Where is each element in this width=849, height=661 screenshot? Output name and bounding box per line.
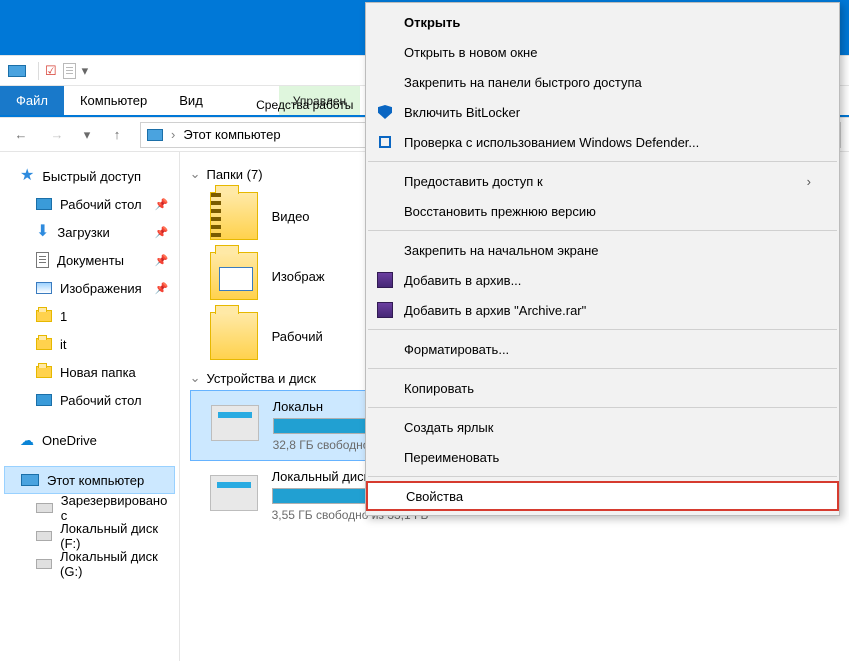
qat-checkbox[interactable]: ☑ bbox=[45, 63, 57, 79]
menu-restore-previous[interactable]: Восстановить прежнюю версию bbox=[366, 196, 839, 226]
sidebar-documents[interactable]: Документы 📌 bbox=[0, 246, 179, 274]
doc-icon bbox=[36, 252, 49, 268]
menu-rename[interactable]: Переименовать bbox=[366, 442, 839, 472]
desktop-icon bbox=[36, 394, 52, 406]
tab-view[interactable]: Вид bbox=[163, 86, 219, 115]
drive-icon bbox=[36, 503, 53, 513]
download-icon: ⬇ bbox=[36, 224, 49, 240]
chevron-right-icon[interactable]: › bbox=[171, 127, 175, 142]
pin-icon: 📌 bbox=[155, 198, 169, 211]
nav-recent-dropdown[interactable]: ▾ bbox=[80, 122, 94, 148]
menu-defender[interactable]: Проверка с использованием Windows Defend… bbox=[366, 127, 839, 157]
star-icon: ★ bbox=[20, 168, 34, 184]
pc-icon bbox=[8, 65, 26, 77]
sidebar-reserved[interactable]: Зарезервировано с bbox=[0, 494, 179, 522]
pc-icon bbox=[147, 129, 163, 141]
drive-icon bbox=[36, 531, 52, 541]
menu-separator bbox=[368, 329, 837, 330]
folder-icon bbox=[210, 312, 258, 360]
breadcrumb-location[interactable]: Этот компьютер bbox=[183, 127, 280, 142]
winrar-icon bbox=[377, 302, 393, 318]
menu-pin-start[interactable]: Закрепить на начальном экране bbox=[366, 235, 839, 265]
chevron-right-icon: › bbox=[807, 174, 811, 189]
drive-icon bbox=[211, 405, 259, 441]
context-menu: Открыть Открыть в новом окне Закрепить н… bbox=[365, 2, 840, 516]
shield-icon bbox=[378, 105, 392, 119]
winrar-icon bbox=[377, 272, 393, 288]
nav-up-button[interactable]: ↑ bbox=[104, 122, 130, 148]
menu-give-access[interactable]: Предоставить доступ к › bbox=[366, 166, 839, 196]
sidebar-desktop-2[interactable]: Рабочий стол bbox=[0, 386, 179, 414]
sidebar-drive-f[interactable]: Локальный диск (F:) bbox=[0, 522, 179, 550]
drive-icon bbox=[36, 559, 52, 569]
menu-add-archive-named[interactable]: Добавить в архив "Archive.rar" bbox=[366, 295, 839, 325]
menu-open[interactable]: Открыть bbox=[366, 7, 839, 37]
tab-file[interactable]: Файл bbox=[0, 86, 64, 115]
menu-add-archive[interactable]: Добавить в архив... bbox=[366, 265, 839, 295]
nav-forward-button[interactable]: → bbox=[44, 122, 70, 148]
sidebar-folder-it[interactable]: it bbox=[0, 330, 179, 358]
nav-back-button[interactable]: ← bbox=[8, 122, 34, 148]
pc-icon bbox=[21, 474, 39, 486]
menu-separator bbox=[368, 230, 837, 231]
chevron-down-icon: ⌄ bbox=[190, 166, 201, 182]
folder-icon bbox=[36, 310, 52, 322]
tab-computer[interactable]: Компьютер bbox=[64, 86, 163, 115]
folder-icon bbox=[36, 338, 52, 350]
drive-icon bbox=[210, 475, 258, 511]
menu-copy[interactable]: Копировать bbox=[366, 373, 839, 403]
menu-pin-quick-access[interactable]: Закрепить на панели быстрого доступа bbox=[366, 67, 839, 97]
sidebar-folder-1[interactable]: 1 bbox=[0, 302, 179, 330]
properties-icon[interactable] bbox=[63, 63, 76, 79]
menu-separator bbox=[368, 407, 837, 408]
menu-separator bbox=[368, 161, 837, 162]
folder-icon bbox=[210, 252, 258, 300]
menu-separator bbox=[368, 476, 837, 477]
menu-format[interactable]: Форматировать... bbox=[366, 334, 839, 364]
sidebar-quick-access[interactable]: ★ Быстрый доступ bbox=[0, 162, 179, 190]
pin-icon: 📌 bbox=[155, 226, 169, 239]
folder-icon bbox=[210, 192, 258, 240]
tab-tools-sub[interactable]: Средства работы bbox=[240, 95, 369, 115]
folder-icon bbox=[36, 366, 52, 378]
sidebar-onedrive[interactable]: ☁ OneDrive bbox=[0, 426, 179, 454]
pin-icon: 📌 bbox=[155, 254, 169, 267]
cloud-icon: ☁ bbox=[20, 432, 34, 449]
menu-properties[interactable]: Свойства bbox=[366, 481, 839, 511]
pin-icon: 📌 bbox=[155, 282, 169, 295]
sidebar-drive-g[interactable]: Локальный диск (G:) bbox=[0, 550, 179, 578]
menu-separator bbox=[368, 368, 837, 369]
menu-create-shortcut[interactable]: Создать ярлык bbox=[366, 412, 839, 442]
qat-dropdown-icon[interactable]: ▾ bbox=[82, 63, 89, 79]
picture-icon bbox=[36, 282, 52, 294]
sidebar-downloads[interactable]: ⬇ Загрузки 📌 bbox=[0, 218, 179, 246]
shield-icon bbox=[379, 136, 391, 148]
desktop-icon bbox=[36, 198, 52, 210]
menu-open-new-window[interactable]: Открыть в новом окне bbox=[366, 37, 839, 67]
sidebar-desktop[interactable]: Рабочий стол 📌 bbox=[0, 190, 179, 218]
chevron-down-icon: ⌄ bbox=[190, 370, 201, 386]
menu-bitlocker[interactable]: Включить BitLocker bbox=[366, 97, 839, 127]
sidebar-pictures[interactable]: Изображения 📌 bbox=[0, 274, 179, 302]
nav-sidebar: ★ Быстрый доступ Рабочий стол 📌 ⬇ Загруз… bbox=[0, 152, 180, 661]
sidebar-this-pc[interactable]: Этот компьютер bbox=[4, 466, 175, 494]
sidebar-folder-new[interactable]: Новая папка bbox=[0, 358, 179, 386]
